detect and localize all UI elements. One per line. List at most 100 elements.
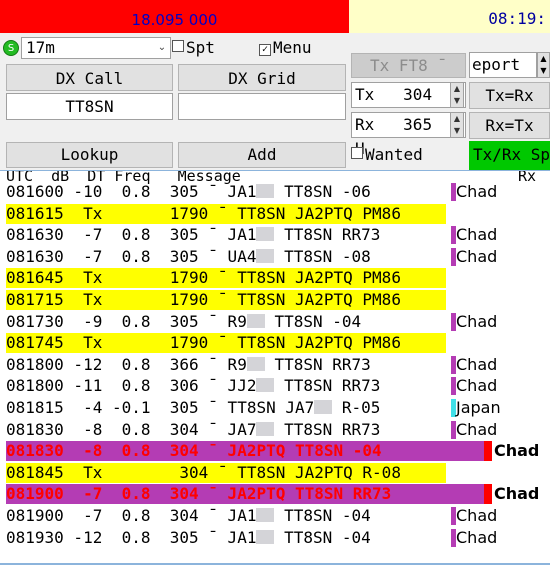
tx-message-row[interactable]: 081715 Tx 1790 ¯ TT8SN JA2PTQ PM86 (0, 289, 550, 311)
report-spinbox[interactable]: eport - (469, 52, 537, 78)
decode-message: 081845 Tx 304 ¯ TT8SN JA2PTQ R-08 (6, 462, 401, 482)
country-label: Japan (456, 397, 501, 417)
rx-label: Rx (355, 115, 375, 134)
checkmark-icon: ✓ (259, 44, 271, 56)
decode-text: 081745 Tx 1790 ¯ TT8SN JA2PTQ PM86 (6, 332, 401, 354)
redacted-callsign (256, 227, 275, 242)
country-label: Chad (456, 527, 498, 547)
country-label: Chad (456, 225, 498, 245)
decode-message: 081800 -12 0.8 366 ¯ R9 (6, 354, 247, 374)
decode-message-tail: TT8SN RR73 (274, 376, 381, 396)
decode-row[interactable]: 081900 -7 0.8 304 ¯ JA1 TT8SN -04 Chad (0, 505, 550, 527)
country-label: Chad (456, 376, 498, 396)
decode-row[interactable]: 081730 -9 0.8 305 ¯ R9 TT8SN -04 Chad (0, 311, 550, 333)
decode-text: 081730 -9 0.8 305 ¯ R9 TT8SN -04 (6, 311, 361, 333)
decode-message: 081730 -9 0.8 305 ¯ R9 (6, 311, 247, 331)
dx-grid-input[interactable] (178, 93, 346, 120)
decode-list[interactable]: UTC dB DT Freq Message Rx 081600 -10 0.8… (0, 170, 550, 565)
decode-text: 081830 -8 0.8 304 ¯ JA2PTQ TT8SN -04 (6, 440, 382, 462)
decode-row[interactable]: 081830 -8 0.8 304 ¯ JA7 TT8SN RR73 Chad (0, 419, 550, 441)
redacted-callsign (256, 529, 275, 544)
decode-text: 081845 Tx 304 ¯ TT8SN JA2PTQ R-08 (6, 462, 401, 484)
tx-message-row[interactable]: 081845 Tx 304 ¯ TT8SN JA2PTQ R-08 (0, 462, 550, 484)
decode-text: 081830 -8 0.8 304 ¯ JA7 TT8SN RR73 (6, 419, 380, 441)
tx-mode-button[interactable]: Tx FT8 ¯ (351, 53, 466, 78)
reply-message-row[interactable]: 081830 -8 0.8 304 ¯ JA2PTQ TT8SN -04 Chad (0, 440, 550, 462)
decode-text: 081815 -4 -0.1 305 ¯ TT8SN JA7 R-05 (6, 397, 380, 419)
country-label: Chad (456, 419, 498, 439)
redacted-callsign (256, 248, 275, 263)
tx-frequency-field[interactable]: Tx 304 H (351, 82, 466, 128)
decode-message: 081745 Tx 1790 ¯ TT8SN JA2PTQ PM86 (6, 333, 401, 353)
country-label: Chad (494, 484, 540, 504)
decode-message: 081800 -11 0.8 306 ¯ JJ2 (6, 376, 257, 396)
decode-message: 081900 -7 0.8 304 ¯ JA2PTQ TT8SN RR73 (6, 484, 392, 504)
rx-equals-tx-button[interactable]: Rx=Tx (469, 112, 550, 139)
redacted-callsign (314, 399, 333, 414)
decode-message: 081600 -10 0.8 305 ¯ JA1 (6, 182, 257, 201)
country-label: Chad (494, 441, 540, 461)
decode-row[interactable]: 081800 -11 0.8 306 ¯ JJ2 TT8SN RR73 Chad (0, 375, 550, 397)
spin-arrows-icon[interactable]: ▲ ▼ (537, 52, 550, 78)
country-flag-marker (484, 484, 492, 505)
band-status-icon: S (3, 40, 19, 56)
tx-spin-icon[interactable]: ▲ ▼ (450, 82, 464, 108)
decode-text: 081900 -7 0.8 304 ¯ JA1 TT8SN -04 (6, 505, 371, 527)
rx-frequency-field[interactable]: Rx 365 H (351, 112, 466, 158)
decode-message-tail: TT8SN -08 (274, 246, 371, 266)
rx-frequency-value: 365 (403, 115, 433, 134)
tx-frequency-value: 304 (403, 85, 433, 104)
decode-message: 081930 -12 0.8 305 ¯ JA1 (6, 527, 257, 547)
decode-message: 081630 -7 0.8 305 ¯ UA4 (6, 246, 257, 266)
dx-call-label: DX Call (6, 64, 173, 91)
tx-rx-split-button[interactable]: Tx/Rx Sp (469, 141, 550, 170)
tx-message-row[interactable]: 081745 Tx 1790 ¯ TT8SN JA2PTQ PM86 (0, 332, 550, 354)
redacted-callsign (256, 421, 275, 436)
wanted-checkbox[interactable]: Wanted (351, 145, 461, 165)
decode-message: 081815 -4 -0.1 305 ¯ TT8SN JA7 (6, 397, 315, 417)
lookup-button[interactable]: Lookup (6, 142, 173, 168)
decode-text: 081600 -10 0.8 305 ¯ JA1 TT8SN -06 (6, 181, 371, 203)
band-select[interactable]: 17m (21, 37, 171, 59)
tx-label: Tx (355, 85, 375, 104)
decode-text: 081715 Tx 1790 ¯ TT8SN JA2PTQ PM86 (6, 289, 401, 311)
decode-text: 081615 Tx 1790 ¯ TT8SN JA2PTQ PM86 (6, 203, 401, 225)
decode-row[interactable]: 081800 -12 0.8 366 ¯ R9 TT8SN RR73 Chad (0, 354, 550, 376)
decode-row[interactable]: 081930 -12 0.8 305 ¯ JA1 TT8SN -04 Chad (0, 527, 550, 549)
decode-message-tail: TT8SN -04 (274, 505, 371, 525)
decode-row[interactable]: 081630 -7 0.8 305 ¯ JA1 TT8SN RR73 Chad (0, 224, 550, 246)
redacted-callsign (256, 507, 275, 522)
country-label: Chad (456, 182, 498, 201)
decode-text: 081630 -7 0.8 305 ¯ UA4 TT8SN -08 (6, 246, 371, 268)
frequency-display: 18.095 000 (0, 0, 349, 33)
decode-message-tail: TT8SN -04 (274, 527, 371, 547)
decode-row[interactable]: 081600 -10 0.8 305 ¯ JA1 TT8SN -06 Chad (0, 181, 550, 203)
chevron-down-icon[interactable]: ⌄ (155, 40, 169, 56)
decode-text: 081645 Tx 1790 ¯ TT8SN JA2PTQ PM86 (6, 267, 401, 289)
decode-message: 081715 Tx 1790 ¯ TT8SN JA2PTQ PM86 (6, 289, 401, 309)
dx-call-input[interactable]: TT8SN (6, 93, 173, 120)
tx-message-row[interactable]: 081645 Tx 1790 ¯ TT8SN JA2PTQ PM86 (0, 267, 550, 289)
country-label: Chad (456, 505, 498, 525)
add-button[interactable]: Add (178, 142, 346, 168)
decode-text: 081900 -7 0.8 304 ¯ JA2PTQ TT8SN RR73 (6, 483, 391, 505)
decode-message-tail: TT8SN -04 (264, 311, 362, 331)
tx-message-row[interactable]: 081615 Tx 1790 ¯ TT8SN JA2PTQ PM86 (0, 203, 550, 225)
decode-text: 081800 -11 0.8 306 ¯ JJ2 TT8SN RR73 (6, 375, 380, 397)
decode-message-tail: R-05 (332, 397, 381, 417)
decode-row[interactable]: 081630 -7 0.8 305 ¯ UA4 TT8SN -08 Chad (0, 246, 550, 268)
menu-checkbox[interactable]: ✓ Menu (259, 38, 349, 58)
decode-message: 081830 -8 0.8 304 ¯ JA2PTQ TT8SN -04 (6, 441, 382, 461)
dx-grid-label: DX Grid (178, 64, 346, 91)
spt-checkbox[interactable]: Spt (172, 38, 252, 58)
decode-message: 081630 -7 0.8 305 ¯ JA1 (6, 225, 257, 245)
decode-row[interactable]: 081815 -4 -0.1 305 ¯ TT8SN JA7 R-05 Japan (0, 397, 550, 419)
country-label: Chad (456, 311, 498, 331)
wanted-label: Wanted (365, 145, 423, 164)
decode-text: 081800 -12 0.8 366 ¯ R9 TT8SN RR73 (6, 354, 371, 376)
spt-label: Spt (186, 38, 215, 57)
tx-equals-rx-button[interactable]: Tx=Rx (469, 82, 550, 109)
rx-spin-icon[interactable]: ▲ ▼ (450, 112, 464, 138)
decode-text: 081930 -12 0.8 305 ¯ JA1 TT8SN -04 (6, 527, 371, 549)
reply-message-row[interactable]: 081900 -7 0.8 304 ¯ JA2PTQ TT8SN RR73 Cha… (0, 483, 550, 505)
